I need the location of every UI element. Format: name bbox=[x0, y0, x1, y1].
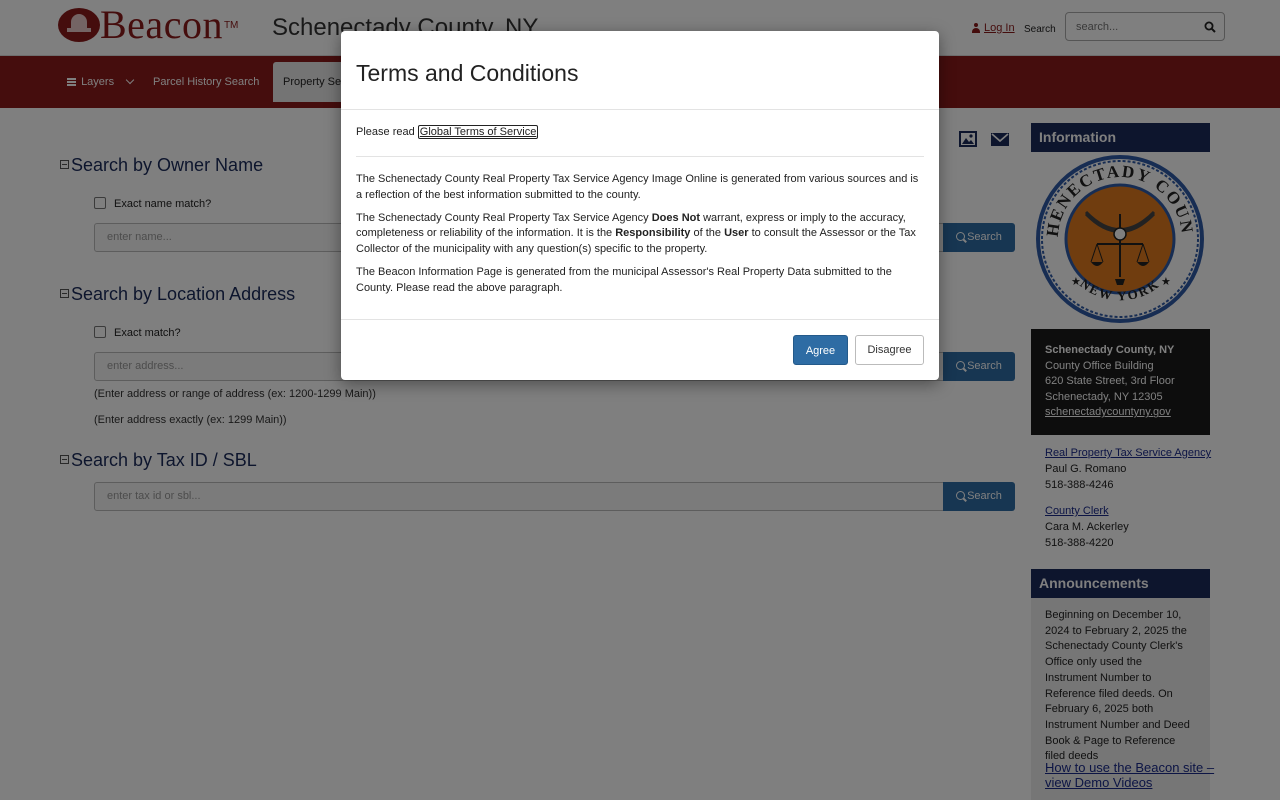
terms-para-3: The Beacon Information Page is generated… bbox=[356, 265, 892, 294]
modal-divider bbox=[341, 109, 939, 110]
terms-modal: Terms and Conditions Please read Global … bbox=[341, 31, 939, 380]
modal-read-line: Please read Global Terms of Service bbox=[356, 125, 539, 139]
terms-para-2: The Schenectady County Real Property Tax… bbox=[356, 211, 916, 256]
modal-footer-divider bbox=[341, 319, 939, 320]
modal-body: The Schenectady County Real Property Tax… bbox=[356, 172, 926, 304]
terms-of-service-link[interactable]: Global Terms of Service bbox=[417, 125, 539, 139]
modal-title: Terms and Conditions bbox=[356, 60, 579, 86]
read-prefix: Please read bbox=[356, 126, 418, 138]
disagree-button[interactable]: Disagree bbox=[855, 335, 924, 365]
terms-para-1: The Schenectady County Real Property Tax… bbox=[356, 173, 919, 201]
modal-inner-divider bbox=[356, 156, 924, 157]
agree-button[interactable]: Agree bbox=[793, 335, 848, 365]
